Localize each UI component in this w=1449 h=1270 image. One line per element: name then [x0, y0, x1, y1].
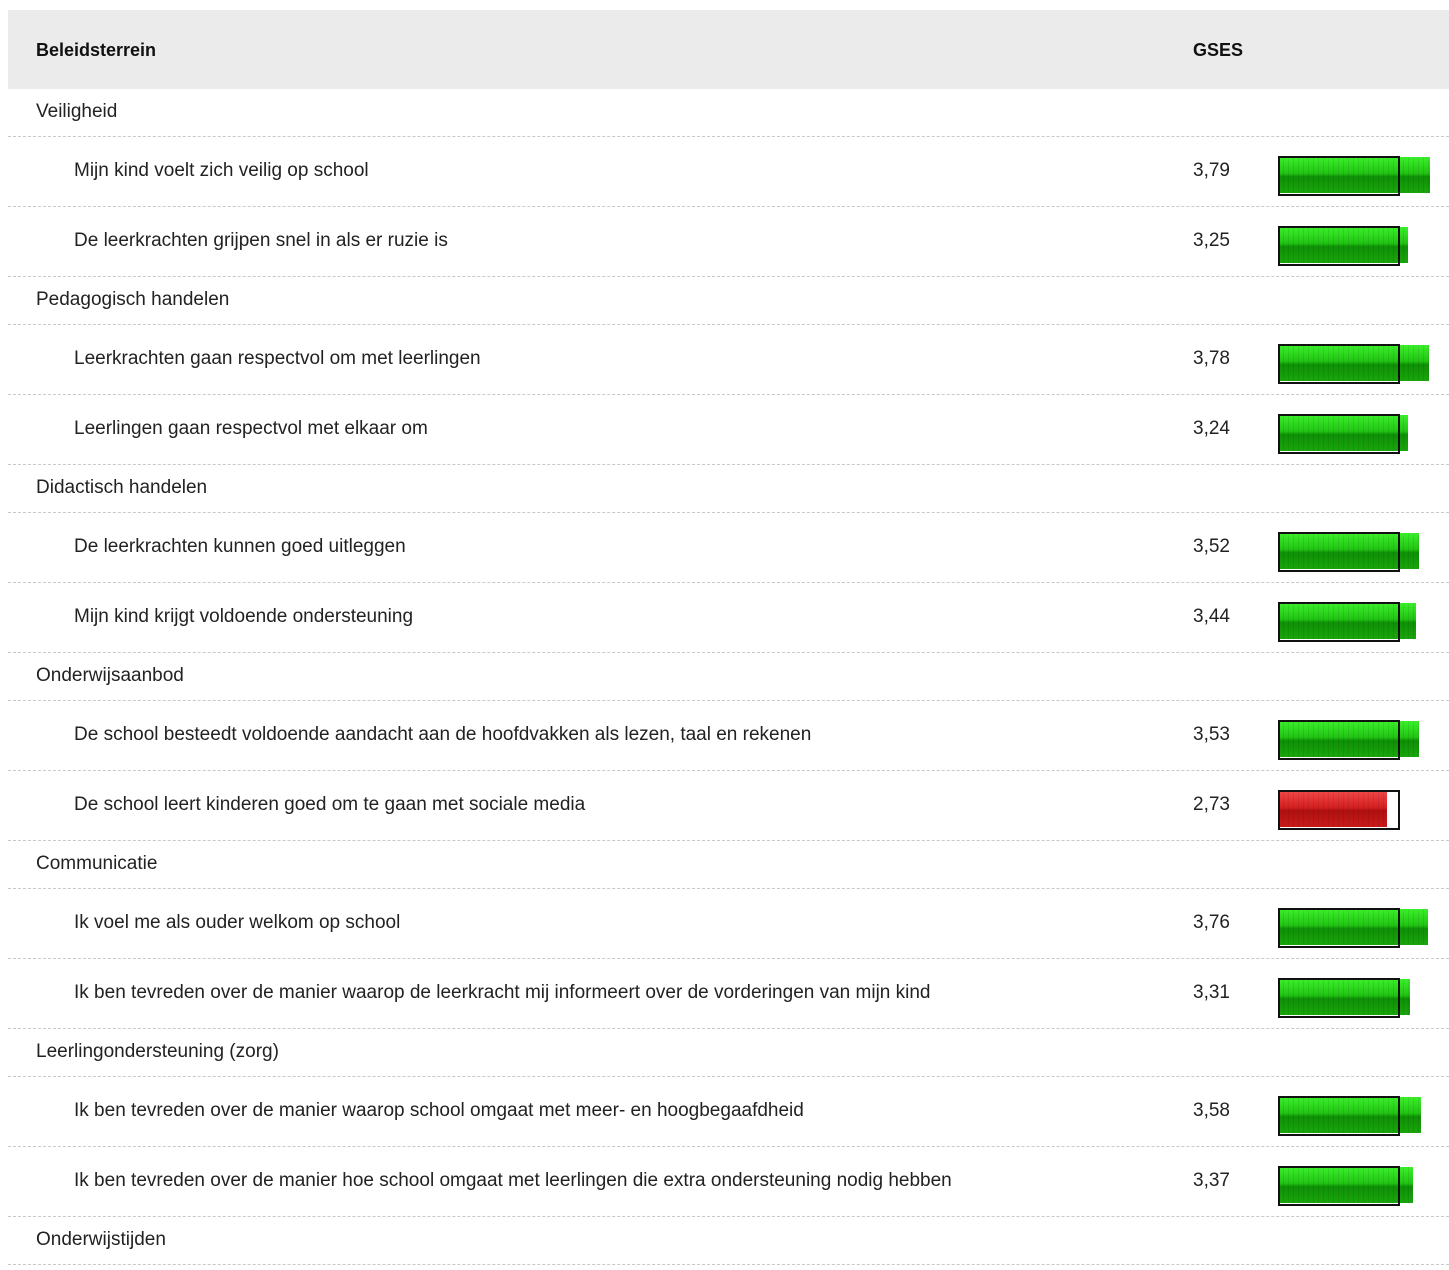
table-row: Mijn kind voelt zich veilig op school 3,7…	[8, 137, 1449, 207]
question-label: Leerkrachten gaan respectvol om met leer…	[74, 348, 481, 369]
score-value: 3,78	[1193, 348, 1230, 369]
score-value: 3,58	[1193, 1100, 1230, 1121]
score-bar	[1278, 344, 1438, 384]
score-value: 3,53	[1193, 724, 1230, 745]
score-bar	[1278, 908, 1438, 948]
score-bar-fill	[1278, 157, 1430, 193]
category-row: Pedagogisch handelen	[8, 277, 1449, 325]
category-row: Leerlingondersteuning (zorg)	[8, 1029, 1449, 1077]
column-header-gses: GSES	[1193, 40, 1244, 60]
score-bar	[1278, 1166, 1438, 1206]
category-row: Didactisch handelen	[8, 465, 1449, 513]
score-bar	[1278, 156, 1438, 196]
question-label: Ik ben tevreden over de manier waarop de…	[74, 982, 931, 1003]
score-bar-fill	[1278, 721, 1419, 757]
score-value: 3,37	[1193, 1170, 1230, 1191]
score-bar-fill	[1278, 227, 1408, 263]
category-row: Onderwijsaanbod	[8, 653, 1449, 701]
score-bar	[1278, 978, 1438, 1018]
question-label: Ik ben tevreden over de manier hoe schoo…	[74, 1170, 952, 1191]
score-value: 3,24	[1193, 418, 1230, 439]
score-bar-fill	[1278, 603, 1416, 639]
table-body: Veiligheid Mijn kind voelt zich veilig op…	[8, 89, 1449, 1265]
score-value: 3,79	[1193, 160, 1230, 181]
score-bar-fill	[1278, 979, 1410, 1015]
score-bar-fill	[1278, 909, 1428, 945]
category-label: Veiligheid	[36, 101, 118, 122]
score-bar-fill	[1278, 1167, 1413, 1203]
question-label: De leerkrachten grijpen snel in als er r…	[74, 230, 448, 251]
category-row: Communicatie	[8, 841, 1449, 889]
category-row: Onderwijstijden	[8, 1217, 1449, 1265]
category-label: Onderwijsaanbod	[36, 665, 184, 686]
table-row: Ik voel me als ouder welkom op school 3,7…	[8, 889, 1449, 959]
score-bar-fill	[1278, 533, 1419, 569]
score-bar-fill	[1278, 345, 1429, 381]
results-table: Beleidsterrein GSES Veiligheid Mijn kind …	[8, 10, 1449, 1270]
category-row: Veiligheid	[8, 89, 1449, 137]
score-value: 3,25	[1193, 230, 1230, 251]
question-label: Leerlingen gaan respectvol met elkaar om	[74, 418, 428, 439]
table-row: De leerkrachten grijpen snel in als er r…	[8, 207, 1449, 277]
score-value: 3,76	[1193, 912, 1230, 933]
table-row: Ik ben tevreden over de manier waarop sc…	[8, 1077, 1449, 1147]
score-bar	[1278, 532, 1438, 572]
score-bar-fill	[1278, 791, 1387, 827]
score-bar	[1278, 720, 1438, 760]
question-label: Mijn kind voelt zich veilig op school	[74, 160, 369, 181]
question-label: Ik ben tevreden over de manier waarop sc…	[74, 1100, 804, 1121]
category-label: Pedagogisch handelen	[36, 289, 230, 310]
table-row: Leerkrachten gaan respectvol om met leer…	[8, 325, 1449, 395]
category-label: Communicatie	[36, 853, 158, 874]
score-value: 3,31	[1193, 982, 1230, 1003]
score-bar	[1278, 790, 1438, 830]
score-bar-fill	[1278, 415, 1408, 451]
table-row: De school leert kinderen goed om te gaan…	[8, 771, 1449, 841]
question-label: Mijn kind krijgt voldoende ondersteuning	[74, 606, 414, 627]
question-label: De school leert kinderen goed om te gaan…	[74, 794, 586, 815]
score-bar	[1278, 414, 1438, 454]
score-bar-fill	[1278, 1097, 1421, 1133]
table-row: Ik ben tevreden over de manier waarop de…	[8, 959, 1449, 1029]
table-row: Ik ben tevreden over de manier hoe schoo…	[8, 1147, 1449, 1217]
score-value: 3,52	[1193, 536, 1230, 557]
question-label: Ik voel me als ouder welkom op school	[74, 912, 401, 933]
category-label: Leerlingondersteuning (zorg)	[36, 1041, 279, 1062]
table-row: De leerkrachten kunnen goed uitleggen 3,5…	[8, 513, 1449, 583]
table-row: Mijn kind krijgt voldoende ondersteuning…	[8, 583, 1449, 653]
category-label: Didactisch handelen	[36, 477, 208, 498]
table-header: Beleidsterrein GSES	[8, 10, 1449, 89]
score-value: 2,73	[1193, 794, 1230, 815]
table-row: De school besteedt voldoende aandacht aa…	[8, 701, 1449, 771]
score-value: 3,44	[1193, 606, 1230, 627]
question-label: De school besteedt voldoende aandacht aa…	[74, 724, 812, 745]
column-header-beleidsterrein: Beleidsterrein	[36, 40, 157, 60]
table-row: Leerlingen gaan respectvol met elkaar om…	[8, 395, 1449, 465]
score-bar	[1278, 226, 1438, 266]
score-bar	[1278, 1096, 1438, 1136]
category-label: Onderwijstijden	[36, 1229, 166, 1250]
question-label: De leerkrachten kunnen goed uitleggen	[74, 536, 406, 557]
score-bar	[1278, 602, 1438, 642]
